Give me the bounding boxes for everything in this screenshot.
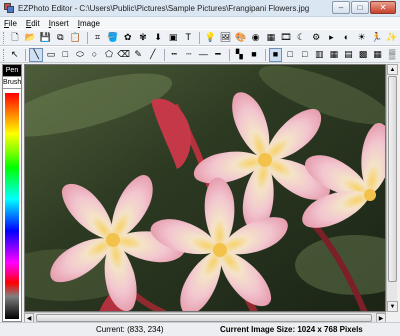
gear-icon[interactable]: ⚙ <box>309 31 323 45</box>
sun-icon[interactable]: ☀ <box>355 31 369 45</box>
toolbar-separator <box>264 48 266 61</box>
eraser-icon[interactable]: ⌫ <box>117 48 131 62</box>
fill-dots-icon[interactable]: ▒ <box>385 48 399 62</box>
copy-icon[interactable]: ⧉ <box>53 31 67 45</box>
title-bar: EZPhoto Editor - C:\Users\Public\Picture… <box>0 0 400 17</box>
chevron-right-icon[interactable]: ▸ <box>324 31 338 45</box>
frangipani-photo <box>25 65 385 311</box>
color-palette-icon[interactable]: 🎨 <box>234 31 248 45</box>
toolbar-grip[interactable] <box>3 31 6 44</box>
scroll-down-icon[interactable]: ▼ <box>387 301 398 312</box>
dash-line-icon[interactable]: ┄ <box>182 48 196 62</box>
text-icon[interactable]: T <box>181 31 195 45</box>
movie-icon[interactable]: 🎞 <box>279 31 293 45</box>
thin-line-icon[interactable]: — <box>197 48 211 62</box>
main-toolbar: 🗋 📂 💾 ⧉ 📋 ⌗ 🪣 ✿ ✾ ⬇ ▣ T 💡 🖼 🎨 ◉ ▦ 🎞 ☾ ⚙ ▸ ◐ ☀ 🏃 ✨ <box>0 29 400 46</box>
menu-insert[interactable]: Insert <box>49 19 69 28</box>
fill-black-icon[interactable]: ■ <box>268 47 283 62</box>
fill-white-icon[interactable]: □ <box>298 48 312 62</box>
diagonal-line-icon[interactable]: ╱ <box>146 48 160 62</box>
menu-bar: File Edit Insert Image <box>0 17 400 29</box>
bulb-icon[interactable]: 💡 <box>203 31 217 45</box>
person-icon[interactable]: 🏃 <box>370 31 384 45</box>
paste-icon[interactable]: 📋 <box>68 31 82 45</box>
maximize-button[interactable]: □ <box>351 1 369 14</box>
image-size-status: Current Image Size: 1024 x 768 Pixels <box>220 325 363 334</box>
image-adjust-icon[interactable]: ▣ <box>166 31 180 45</box>
fill-grid-icon[interactable]: ▦ <box>371 48 385 62</box>
menu-edit[interactable]: Edit <box>26 19 40 28</box>
brush-label[interactable]: Brush <box>3 77 21 89</box>
cursor-position: Current: (833, 234) <box>96 325 164 334</box>
thick-line-icon[interactable]: ━ <box>211 48 225 62</box>
moon-icon[interactable]: ☾ <box>294 31 308 45</box>
status-bar: Current: (833, 234) Current Image Size: … <box>0 322 400 336</box>
brush-effects-icon[interactable]: ✿ <box>121 31 135 45</box>
paint-bucket-icon[interactable]: 🪣 <box>106 31 120 45</box>
compare-icon[interactable]: ◐ <box>339 31 353 45</box>
toolbar-separator <box>86 31 88 44</box>
toolbar-separator <box>25 48 27 61</box>
square-icon[interactable]: □ <box>59 48 73 62</box>
fill-cross-icon[interactable]: ▩ <box>356 48 370 62</box>
scroll-up-icon[interactable]: ▲ <box>387 64 398 75</box>
minimize-button[interactable]: – <box>332 1 350 14</box>
horizontal-scroll-thumb[interactable] <box>36 314 372 322</box>
stroke-color-icon[interactable]: ■ <box>247 48 261 62</box>
toolbar-separator <box>228 48 230 61</box>
new-file-icon[interactable]: 🗋 <box>8 31 22 45</box>
clear-effects-icon[interactable]: ✾ <box>136 31 150 45</box>
pen-label[interactable]: Pen <box>3 65 21 77</box>
fill-pattern2-icon[interactable]: ▦ <box>327 48 341 62</box>
frame-icon[interactable]: ▦ <box>264 31 278 45</box>
image-canvas[interactable] <box>24 64 386 312</box>
toolbar-grip[interactable] <box>3 48 6 61</box>
download-icon[interactable]: ⬇ <box>151 31 165 45</box>
draw-toolbar: ↖ ╲ ▭ □ ⬭ ○ ⬠ ⌫ ✎ ╱ ┅ ┄ — ━ ▚ ■ ■ □ □ ▥ ▦ ▤ ▩ ▦ ▒ <box>0 46 400 63</box>
dotted-line-icon[interactable]: ┅ <box>167 48 181 62</box>
color-grid-icon[interactable]: ▚ <box>233 48 247 62</box>
eye-icon[interactable]: ◉ <box>249 31 263 45</box>
fill-pattern-icon[interactable]: ▥ <box>313 48 327 62</box>
horizontal-scrollbar[interactable]: ◀ ▶ <box>24 312 386 323</box>
toolbar-separator <box>163 48 165 61</box>
color-palette: Pen Brush <box>2 64 22 322</box>
app-icon <box>4 2 15 14</box>
rectangle-icon[interactable]: ▭ <box>44 48 58 62</box>
ellipse-icon[interactable]: ⬭ <box>73 48 87 62</box>
close-button[interactable]: ✕ <box>370 1 396 14</box>
line-icon[interactable]: ╲ <box>29 47 44 62</box>
window-controls: – □ ✕ <box>331 1 396 15</box>
window-title: EZPhoto Editor - C:\Users\Public\Picture… <box>18 3 310 13</box>
sparkle-icon[interactable]: ✨ <box>385 31 399 45</box>
menu-file[interactable]: File <box>4 19 17 28</box>
save-icon[interactable]: 💾 <box>38 31 52 45</box>
pencil-icon[interactable]: ✎ <box>131 48 145 62</box>
select-arrow-icon[interactable]: ↖ <box>8 48 22 62</box>
vertical-scrollbar[interactable]: ▲ ▼ <box>386 64 398 312</box>
fill-none-icon[interactable]: □ <box>283 48 297 62</box>
open-folder-icon[interactable]: 📂 <box>23 31 37 45</box>
menu-image[interactable]: Image <box>78 19 100 28</box>
photo-icon[interactable]: 🖼 <box>218 31 232 45</box>
color-spectrum[interactable] <box>5 93 19 319</box>
vertical-scroll-thumb[interactable] <box>388 76 397 282</box>
crop-icon[interactable]: ⌗ <box>90 31 104 45</box>
circle-icon[interactable]: ○ <box>88 48 102 62</box>
fill-hatch-icon[interactable]: ▤ <box>342 48 356 62</box>
polygon-icon[interactable]: ⬠ <box>102 48 116 62</box>
toolbar-separator <box>199 31 201 44</box>
